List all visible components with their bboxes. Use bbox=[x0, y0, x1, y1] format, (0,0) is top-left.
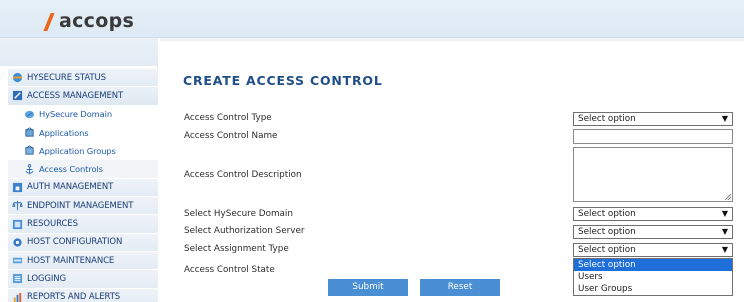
logo-text: accops bbox=[59, 10, 135, 32]
application-groups-icon bbox=[24, 145, 35, 156]
page-title: CREATE ACCESS CONTROL bbox=[183, 73, 383, 88]
sidebar-item-label: Access Controls bbox=[39, 164, 103, 175]
access-control-description-label: Access Control Description bbox=[184, 170, 302, 180]
access-control-name-label: Access Control Name bbox=[184, 131, 278, 141]
sidebar-item-access-controls[interactable]: Access Controls bbox=[8, 160, 158, 179]
authorization-server-value: Select option bbox=[578, 227, 636, 237]
access-control-state-label: Access Control State bbox=[184, 265, 275, 275]
sidebar-item-hysecure-domain[interactable]: HySecure Domain bbox=[8, 105, 158, 124]
sidebar-item-reports-and-alerts[interactable]: REPORTS AND ALERTS bbox=[8, 288, 158, 302]
access-control-name-input[interactable] bbox=[573, 129, 733, 144]
access-management-icon bbox=[12, 90, 23, 101]
assignment-type-value: Select option bbox=[578, 245, 636, 255]
submit-button[interactable]: Submit bbox=[328, 279, 408, 296]
dropdown-option[interactable]: User Groups bbox=[574, 283, 732, 295]
sidebar-item-label: ACCESS MANAGEMENT bbox=[27, 90, 124, 101]
dropdown-arrow-icon: ▼ bbox=[721, 114, 728, 123]
sidebar-item-access-management[interactable]: ACCESS MANAGEMENT bbox=[8, 87, 158, 106]
hysecure-domain-select[interactable]: Select option ▼ bbox=[573, 207, 733, 221]
authorization-server-select[interactable]: Select option ▼ bbox=[573, 225, 733, 239]
sidebar-item-label: REPORTS AND ALERTS bbox=[27, 292, 121, 302]
domain-icon bbox=[24, 109, 35, 120]
resize-grip-icon[interactable] bbox=[725, 194, 731, 200]
sidebar-header bbox=[0, 38, 158, 66]
access-control-type-value: Select option bbox=[578, 114, 636, 124]
auth-icon bbox=[12, 182, 23, 193]
sidebar-item-host-maintenance[interactable]: HOST MAINTENANCE bbox=[8, 251, 158, 271]
host-config-icon bbox=[12, 237, 23, 248]
resources-icon bbox=[12, 219, 23, 230]
reports-icon bbox=[12, 292, 23, 302]
sidebar-item-label: HySecure Domain bbox=[39, 109, 113, 120]
hysecure-domain-label: Select HySecure Domain bbox=[184, 209, 293, 219]
sidebar-item-application-groups[interactable]: Application Groups bbox=[8, 142, 158, 161]
sidebar-item-auth-management[interactable]: AUTH MANAGEMENT bbox=[8, 178, 158, 198]
sidebar-item-endpoint-management[interactable]: ENDPOINT MANAGEMENT bbox=[8, 197, 158, 216]
app-header: accops bbox=[0, 0, 744, 38]
applications-icon bbox=[24, 127, 35, 138]
assignment-type-select[interactable]: Select option ▼ bbox=[573, 243, 733, 257]
access-control-type-select[interactable]: Select option ▼ bbox=[573, 112, 733, 126]
sidebar-item-hysecure-status[interactable]: HYSECURE STATUS bbox=[8, 69, 158, 88]
assignment-type-dropdown-list: Select option Users User Groups bbox=[573, 258, 733, 296]
dropdown-arrow-icon: ▼ bbox=[721, 209, 728, 218]
logging-icon bbox=[12, 273, 23, 284]
sidebar-item-label: HOST CONFIGURATION bbox=[27, 237, 123, 248]
sidebar-item-resources[interactable]: RESOURCES bbox=[8, 215, 158, 234]
sidebar-item-label: AUTH MANAGEMENT bbox=[27, 182, 114, 193]
access-control-type-label: Access Control Type bbox=[184, 113, 272, 123]
sidebar-item-label: Applications bbox=[39, 127, 89, 138]
host-maintenance-icon bbox=[12, 255, 23, 266]
sidebar: HYSECURE STATUS ACCESS MANAGEMENT HySecure… bbox=[0, 38, 158, 302]
sidebar-item-label: HYSECURE STATUS bbox=[27, 72, 106, 83]
hysecure-domain-value: Select option bbox=[578, 209, 636, 219]
status-icon bbox=[12, 72, 23, 83]
dropdown-arrow-icon: ▼ bbox=[721, 227, 728, 236]
endpoint-icon bbox=[12, 200, 23, 211]
content-top-bar bbox=[160, 38, 744, 41]
sidebar-item-logging[interactable]: LOGGING bbox=[8, 270, 158, 289]
dropdown-arrow-icon: ▼ bbox=[721, 245, 728, 254]
sidebar-menu: HYSECURE STATUS ACCESS MANAGEMENT HySecure… bbox=[8, 69, 158, 302]
sidebar-item-label: ENDPOINT MANAGEMENT bbox=[27, 200, 134, 211]
sidebar-item-label: Application Groups bbox=[39, 145, 116, 156]
sidebar-item-applications[interactable]: Applications bbox=[8, 123, 158, 143]
dropdown-option[interactable]: Users bbox=[574, 271, 732, 283]
sidebar-item-label: LOGGING bbox=[27, 273, 67, 284]
authorization-server-label: Select Authorization Server bbox=[184, 226, 305, 236]
dropdown-option[interactable]: Select option bbox=[574, 259, 732, 271]
anchor-icon bbox=[24, 163, 35, 175]
sidebar-item-label: HOST MAINTENANCE bbox=[27, 255, 115, 266]
sidebar-item-host-configuration[interactable]: HOST CONFIGURATION bbox=[8, 233, 158, 252]
assignment-type-label: Select Assignment Type bbox=[184, 244, 289, 254]
reset-button[interactable]: Reset bbox=[420, 279, 500, 296]
access-control-description-textarea[interactable] bbox=[573, 147, 733, 202]
logo-mark-icon bbox=[44, 11, 58, 31]
sidebar-item-label: RESOURCES bbox=[27, 219, 78, 230]
accops-logo[interactable]: accops bbox=[44, 10, 134, 32]
